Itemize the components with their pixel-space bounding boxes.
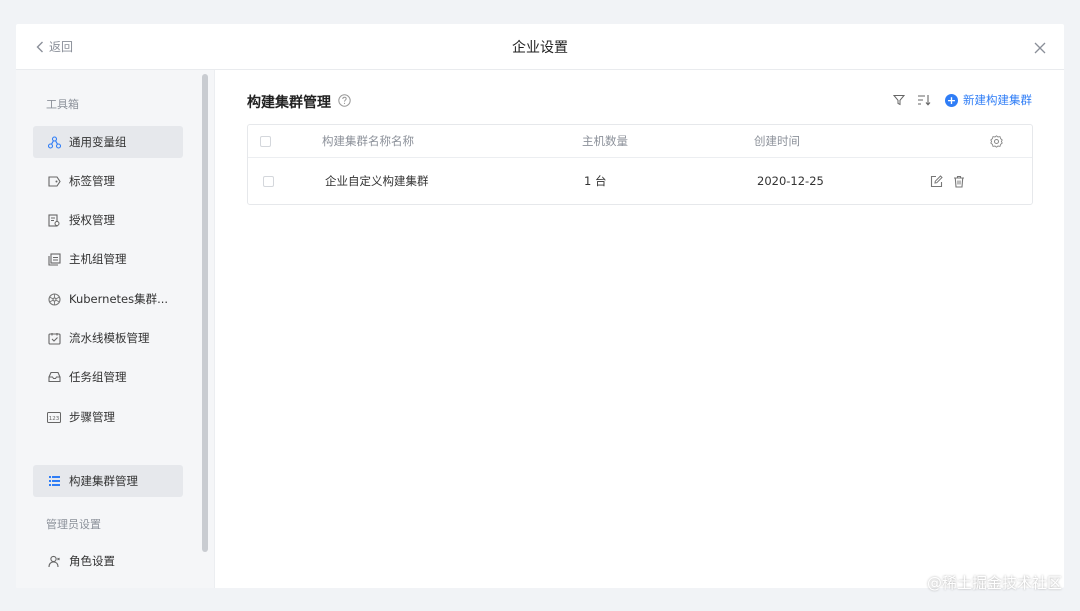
section-label-admin: 管理员设置 <box>46 518 101 531</box>
sidebar-item-kubernetes[interactable]: Kubernetes集群... <box>33 283 183 315</box>
sort-button[interactable] <box>917 94 931 106</box>
sidebar-item-label: 主机组管理 <box>69 252 127 266</box>
watermark: @稀土掘金技术社区 <box>926 574 1062 592</box>
column-settings-button[interactable] <box>990 125 1003 157</box>
gear-icon <box>990 134 1003 148</box>
close-icon <box>1034 42 1046 54</box>
page-title-text: 构建集群管理 <box>247 95 331 111</box>
cell-hosts: 1 台 <box>584 174 607 188</box>
edit-icon <box>930 174 943 187</box>
sidebar-item-task-group[interactable]: 任务组管理 <box>33 361 183 393</box>
variable-group-icon <box>47 135 61 149</box>
task-group-icon <box>47 370 61 384</box>
help-icon[interactable] <box>338 93 351 111</box>
role-icon <box>47 554 61 568</box>
select-all-checkbox[interactable] <box>260 135 271 147</box>
close-button[interactable] <box>1034 39 1046 58</box>
sidebar-item-label: 任务组管理 <box>69 370 127 384</box>
chevron-left-icon <box>36 41 43 52</box>
pipeline-template-icon <box>47 331 61 345</box>
modal-header: 返回 企业设置 <box>16 24 1064 70</box>
sidebar-item-label: 授权管理 <box>69 213 115 227</box>
trash-icon <box>954 175 964 188</box>
column-header-name: 构建集群名称名称 <box>322 134 414 148</box>
toolbar: + 新建构建集群 <box>881 92 1032 108</box>
build-cluster-icon <box>47 474 61 488</box>
modal-title: 企业设置 <box>512 39 568 56</box>
sidebar-item-label: 流水线模板管理 <box>69 331 150 345</box>
host-group-icon <box>47 252 61 266</box>
main-panel: 构建集群管理 + 新建构建集群 构建集群名称名称 主机数量 创建时间 企业自定义… <box>214 70 1064 588</box>
sidebar-item-tags[interactable]: 标签管理 <box>33 165 183 197</box>
filter-icon <box>893 95 905 106</box>
sidebar-item-label: 角色设置 <box>69 554 115 568</box>
new-build-cluster-label: 新建构建集群 <box>963 93 1032 107</box>
sidebar-scrollbar[interactable] <box>202 74 208 552</box>
back-button[interactable]: 返回 <box>36 38 73 55</box>
back-label: 返回 <box>49 40 74 54</box>
sidebar-item-build-cluster[interactable]: 构建集群管理 <box>33 465 183 497</box>
cell-created: 2020-12-25 <box>757 174 824 188</box>
section-label-tools: 工具箱 <box>46 98 79 111</box>
sidebar-item-authorization[interactable]: 授权管理 <box>33 204 183 236</box>
column-header-hosts: 主机数量 <box>582 134 628 148</box>
build-cluster-table: 构建集群名称名称 主机数量 创建时间 企业自定义构建集群 1 台 2020-12… <box>247 124 1033 205</box>
column-header-created: 创建时间 <box>754 134 800 148</box>
sidebar-item-label: 构建集群管理 <box>69 474 138 488</box>
sidebar-item-roles[interactable]: 角色设置 <box>33 545 183 577</box>
sidebar: 工具箱 通用变量组 标签管理 授权管理 主机组管理 Kubernetes集群..… <box>16 70 214 588</box>
filter-button[interactable] <box>893 94 905 106</box>
table-header: 构建集群名称名称 主机数量 创建时间 <box>248 125 1032 158</box>
sort-icon <box>918 95 931 106</box>
sidebar-item-steps[interactable]: 123 步骤管理 <box>33 401 183 433</box>
enterprise-settings-modal: 返回 企业设置 工具箱 通用变量组 标签管理 授权管理 主机组管理 Kubern… <box>16 24 1064 588</box>
row-checkbox[interactable] <box>263 175 274 187</box>
page-title: 构建集群管理 <box>247 92 351 112</box>
delete-button[interactable] <box>953 175 965 188</box>
cell-name: 企业自定义构建集群 <box>325 174 429 188</box>
sidebar-item-label: Kubernetes集群... <box>69 292 169 306</box>
svg-text:123: 123 <box>49 415 60 421</box>
sidebar-item-host-group[interactable]: 主机组管理 <box>33 243 183 275</box>
new-build-cluster-button[interactable]: + 新建构建集群 <box>945 92 1032 108</box>
table-row[interactable]: 企业自定义构建集群 1 台 2020-12-25 <box>248 158 1032 204</box>
sidebar-item-variable-group[interactable]: 通用变量组 <box>33 126 183 158</box>
plus-icon: + <box>945 93 958 107</box>
sidebar-item-label: 步骤管理 <box>69 410 115 424</box>
sidebar-item-pipeline-template[interactable]: 流水线模板管理 <box>33 322 183 354</box>
authorization-icon <box>47 213 61 227</box>
step-icon: 123 <box>47 410 61 424</box>
tag-icon <box>47 174 61 188</box>
kubernetes-icon <box>47 292 61 306</box>
sidebar-item-label: 标签管理 <box>69 174 115 188</box>
row-actions <box>930 158 975 204</box>
edit-button[interactable] <box>930 174 943 188</box>
sidebar-item-label: 通用变量组 <box>69 135 127 149</box>
